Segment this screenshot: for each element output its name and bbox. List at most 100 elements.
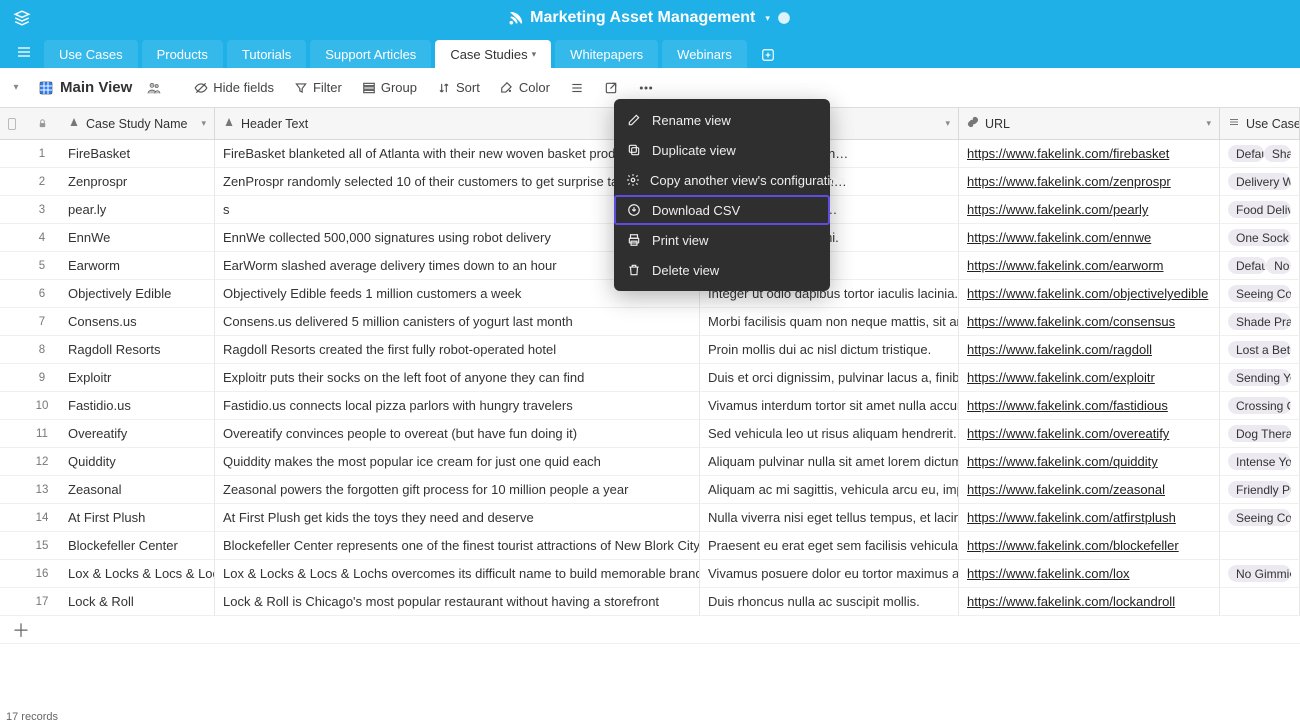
cell-usecase[interactable]: Seeing Cool — [1220, 280, 1300, 308]
cell-usecase[interactable]: Seeing Cool — [1220, 504, 1300, 532]
menu-print-view[interactable]: Print view — [614, 225, 830, 255]
cell-usecase[interactable]: Lost a Bet, At — [1220, 336, 1300, 364]
cell-url[interactable]: https://www.fakelink.com/exploitr — [959, 364, 1220, 392]
tab-tutorials[interactable]: Tutorials — [227, 40, 306, 68]
cell-other[interactable]: Duis et orci dignissim, pulvinar lacus a… — [700, 364, 959, 392]
menu-icon[interactable] — [8, 36, 40, 68]
table-row[interactable]: 12QuiddityQuiddity makes the most popula… — [0, 448, 1300, 476]
row-select[interactable] — [0, 336, 24, 364]
cell-usecase[interactable]: Shade Prank — [1220, 308, 1300, 336]
cell-usecase[interactable]: Intense Yogu — [1220, 448, 1300, 476]
cell-name[interactable]: Zeasonal — [60, 476, 215, 504]
cell-header[interactable]: Lox & Locks & Locs & Lochs overcomes its… — [215, 560, 700, 588]
cell-other[interactable]: Aliquam pulvinar nulla sit amet lorem di… — [700, 448, 959, 476]
cell-other[interactable]: Sed vehicula leo ut risus aliquam hendre… — [700, 420, 959, 448]
cell-usecase[interactable]: One Sock Fel — [1220, 224, 1300, 252]
group-button[interactable]: Group — [356, 76, 423, 99]
cell-url[interactable]: https://www.fakelink.com/ragdoll — [959, 336, 1220, 364]
cell-name[interactable]: EnnWe — [60, 224, 215, 252]
row-select[interactable] — [0, 140, 24, 168]
row-select[interactable] — [0, 196, 24, 224]
cell-name[interactable]: Earworm — [60, 252, 215, 280]
cell-name[interactable]: Overeatify — [60, 420, 215, 448]
cell-usecase[interactable]: Food Delivery — [1220, 196, 1300, 224]
column-header-usecase[interactable]: Use Case — [1220, 108, 1300, 139]
cell-name[interactable]: Quiddity — [60, 448, 215, 476]
row-select[interactable] — [0, 392, 24, 420]
row-select[interactable] — [0, 504, 24, 532]
sort-button[interactable]: Sort — [431, 76, 486, 99]
row-select[interactable] — [0, 252, 24, 280]
cell-name[interactable]: Exploitr — [60, 364, 215, 392]
cell-url[interactable]: https://www.fakelink.com/overeatify — [959, 420, 1220, 448]
cell-header[interactable]: Fastidio.us connects local pizza parlors… — [215, 392, 700, 420]
cell-header[interactable]: Zeasonal powers the forgotten gift proce… — [215, 476, 700, 504]
row-select[interactable] — [0, 560, 24, 588]
cell-url[interactable]: https://www.fakelink.com/objectivelyedib… — [959, 280, 1220, 308]
cell-other[interactable]: Nulla viverra nisi eget tellus tempus, e… — [700, 504, 959, 532]
info-icon[interactable] — [776, 10, 792, 26]
row-select[interactable] — [0, 532, 24, 560]
table-row[interactable]: 13ZeasonalZeasonal powers the forgotten … — [0, 476, 1300, 504]
table-row[interactable]: 16Lox & Locks & Locs & Loc…Lox & Locks &… — [0, 560, 1300, 588]
share-view-button[interactable] — [598, 77, 624, 99]
menu-download-csv[interactable]: Download CSV — [614, 195, 830, 225]
cell-header[interactable]: At First Plush get kids the toys they ne… — [215, 504, 700, 532]
cell-other[interactable]: Vivamus posuere dolor eu tortor maximus … — [700, 560, 959, 588]
row-select[interactable] — [0, 308, 24, 336]
add-row-button[interactable]: ＋ — [0, 616, 1300, 644]
cell-url[interactable]: https://www.fakelink.com/consensus — [959, 308, 1220, 336]
cell-name[interactable]: Ragdoll Resorts — [60, 336, 215, 364]
table-row[interactable]: 15Blockefeller CenterBlockefeller Center… — [0, 532, 1300, 560]
tab-webinars[interactable]: Webinars — [662, 40, 747, 68]
cell-usecase[interactable] — [1220, 532, 1300, 560]
tab-support-articles[interactable]: Support Articles — [310, 40, 431, 68]
chevron-down-icon[interactable]: ▾ — [945, 118, 950, 129]
cell-other[interactable]: Proin mollis dui ac nisl dictum tristiqu… — [700, 336, 959, 364]
cell-url[interactable]: https://www.fakelink.com/earworm — [959, 252, 1220, 280]
cell-url[interactable]: https://www.fakelink.com/atfirstplush — [959, 504, 1220, 532]
cell-name[interactable]: Objectively Edible — [60, 280, 215, 308]
row-select[interactable] — [0, 588, 24, 616]
menu-rename-view[interactable]: Rename view — [614, 105, 830, 135]
caret-down-icon[interactable]: ▾ — [765, 13, 770, 24]
cell-usecase[interactable] — [1220, 588, 1300, 616]
cell-usecase[interactable]: Friendly Pran — [1220, 476, 1300, 504]
cell-url[interactable]: https://www.fakelink.com/lockandroll — [959, 588, 1220, 616]
table-row[interactable]: 14At First PlushAt First Plush get kids … — [0, 504, 1300, 532]
cell-header[interactable]: Exploitr puts their socks on the left fo… — [215, 364, 700, 392]
chevron-down-icon[interactable]: ▾ — [1206, 118, 1211, 129]
cell-url[interactable]: https://www.fakelink.com/blockefeller — [959, 532, 1220, 560]
cell-usecase[interactable]: DefaultSha — [1220, 140, 1300, 168]
cell-name[interactable]: Consens.us — [60, 308, 215, 336]
table-row[interactable]: 8Ragdoll ResortsRagdoll Resorts created … — [0, 336, 1300, 364]
collaborators-icon[interactable] — [146, 80, 162, 96]
menu-copy-another-view-s-configuration[interactable]: Copy another view's configuration — [614, 165, 830, 195]
tab-use-cases[interactable]: Use Cases — [44, 40, 138, 68]
menu-duplicate-view[interactable]: Duplicate view — [614, 135, 830, 165]
tab-products[interactable]: Products — [142, 40, 223, 68]
cell-name[interactable]: Zenprospr — [60, 168, 215, 196]
more-actions-button[interactable] — [632, 76, 660, 100]
row-select[interactable] — [0, 420, 24, 448]
cell-name[interactable]: Lock & Roll — [60, 588, 215, 616]
cell-url[interactable]: https://www.fakelink.com/pearly — [959, 196, 1220, 224]
table-row[interactable]: 7Consens.usConsens.us delivered 5 millio… — [0, 308, 1300, 336]
hide-fields-button[interactable]: Hide fields — [188, 76, 280, 99]
chevron-down-icon[interactable]: ▾ — [201, 118, 206, 129]
cell-header[interactable]: Lock & Roll is Chicago's most popular re… — [215, 588, 700, 616]
row-select[interactable] — [0, 364, 24, 392]
cell-header[interactable]: Blockefeller Center represents one of th… — [215, 532, 700, 560]
table-row[interactable]: 10Fastidio.usFastidio.us connects local … — [0, 392, 1300, 420]
cell-url[interactable]: https://www.fakelink.com/firebasket — [959, 140, 1220, 168]
cell-other[interactable]: Vivamus interdum tortor sit amet nulla a… — [700, 392, 959, 420]
product-logo[interactable] — [0, 9, 44, 27]
cell-other[interactable]: Aliquam ac mi sagittis, vehicula arcu eu… — [700, 476, 959, 504]
row-height-button[interactable] — [564, 77, 590, 99]
filter-button[interactable]: Filter — [288, 76, 348, 99]
cell-name[interactable]: Blockefeller Center — [60, 532, 215, 560]
cell-header[interactable]: Quiddity makes the most popular ice crea… — [215, 448, 700, 476]
table-row[interactable]: 9ExploitrExploitr puts their socks on th… — [0, 364, 1300, 392]
cell-usecase[interactable]: Crossing Off — [1220, 392, 1300, 420]
table-row[interactable]: 17Lock & RollLock & Roll is Chicago's mo… — [0, 588, 1300, 616]
